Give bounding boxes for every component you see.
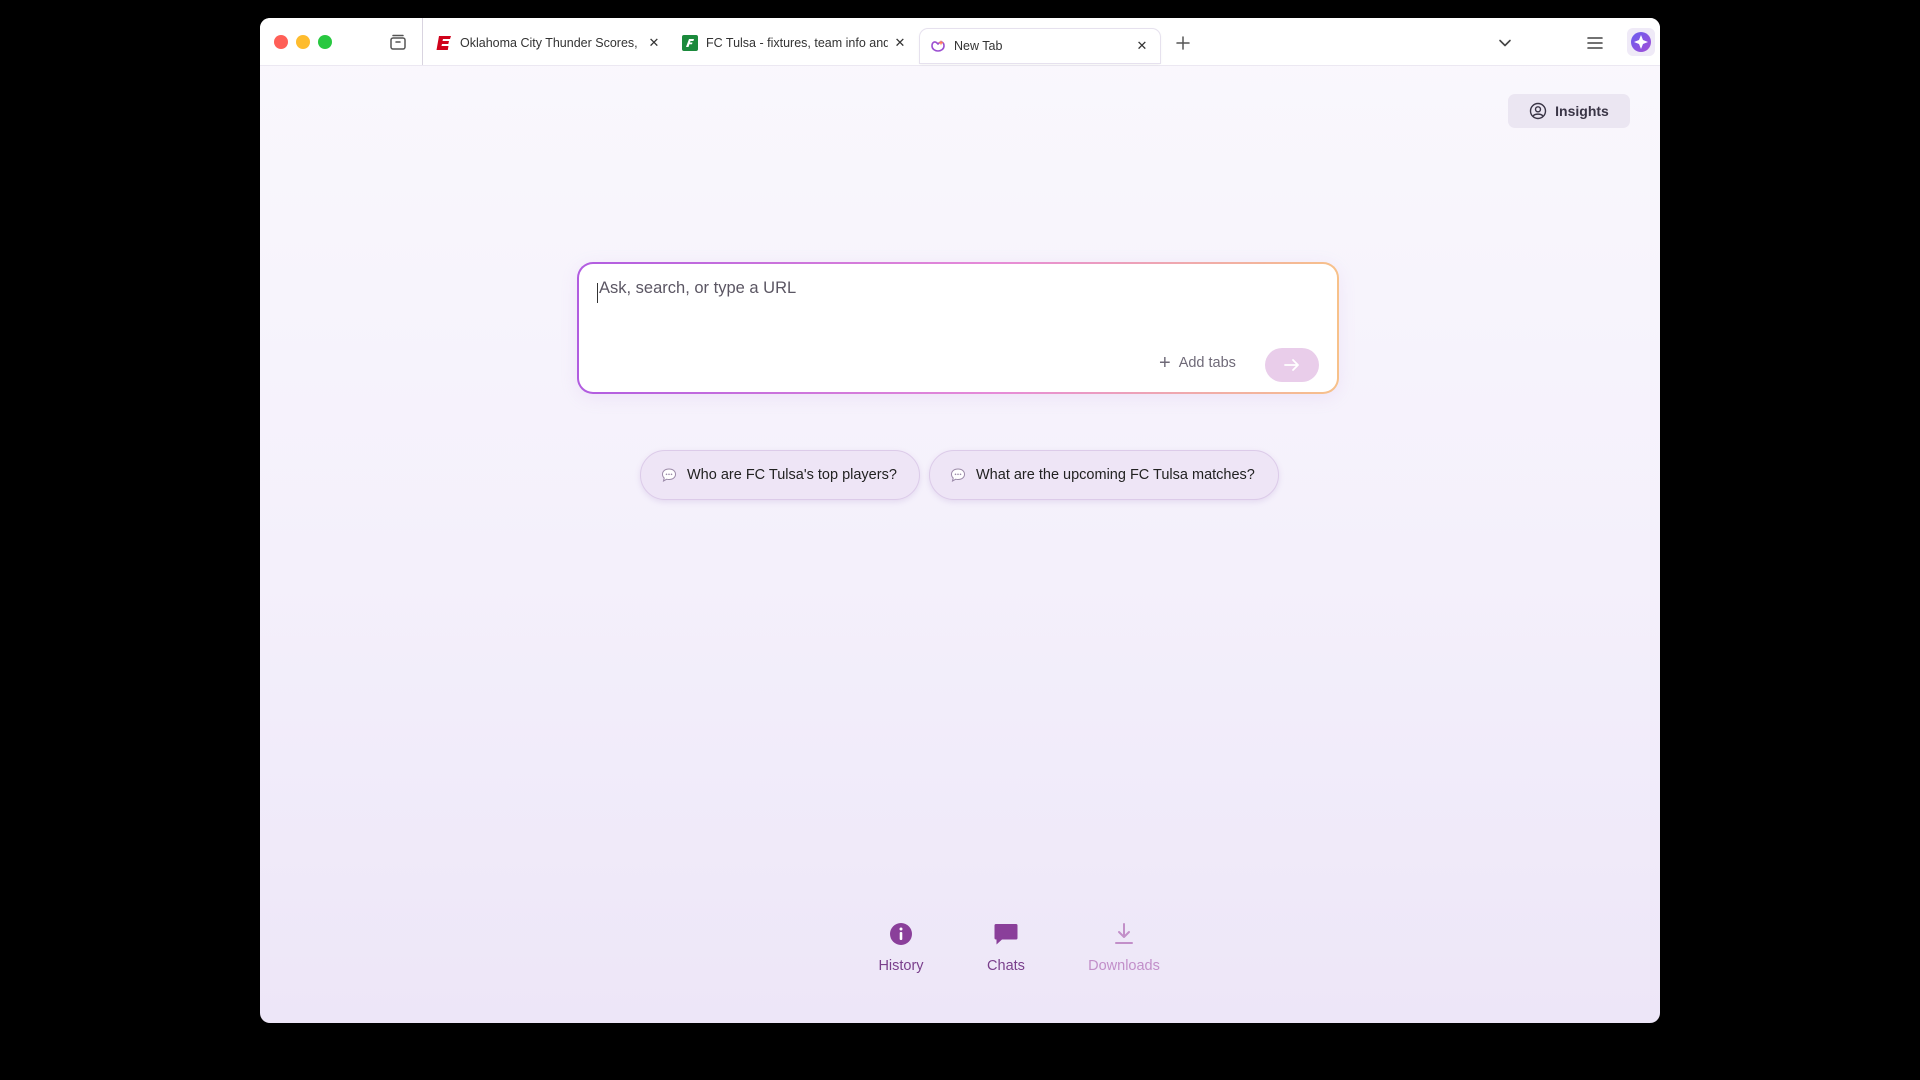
tab-espn[interactable]: Oklahoma City Thunder Scores, Stats and … <box>434 28 668 58</box>
tab-new-tab[interactable]: New Tab ✕ <box>920 29 1160 63</box>
insights-label: Insights <box>1555 103 1609 119</box>
add-tabs-label: Add tabs <box>1178 355 1236 371</box>
hamburger-menu-icon <box>1587 37 1603 49</box>
close-tab-icon[interactable]: ✕ <box>1134 38 1150 54</box>
submit-button[interactable] <box>1265 348 1319 382</box>
nav-history[interactable]: History <box>841 918 961 988</box>
search-box-inner: + Add tabs <box>579 264 1337 392</box>
minimize-window-button[interactable] <box>296 35 310 49</box>
tab-sidebar-button[interactable] <box>386 30 410 54</box>
close-tab-icon[interactable]: ✕ <box>892 35 908 51</box>
close-tab-icon[interactable]: ✕ <box>646 35 662 51</box>
chat-bubble-icon <box>950 467 966 483</box>
tab-list-button[interactable] <box>1494 32 1516 54</box>
suggestion-text: Who are FC Tulsa's top players? <box>687 467 897 483</box>
suggestion-chip[interactable]: What are the upcoming FC Tulsa matches? <box>929 450 1279 500</box>
chevron-down-icon <box>1499 39 1511 47</box>
espn-icon <box>436 35 452 51</box>
browser-window: Oklahoma City Thunder Scores, Stats and … <box>260 18 1660 1023</box>
plus-icon <box>1176 36 1190 50</box>
insights-button[interactable]: Insights <box>1508 94 1630 128</box>
suggestion-text: What are the upcoming FC Tulsa matches? <box>976 467 1255 483</box>
user-circle-icon <box>1529 102 1547 120</box>
main-menu-button[interactable] <box>1584 32 1606 54</box>
info-icon <box>889 918 913 950</box>
tab-fc-tulsa[interactable]: FC Tulsa - fixtures, team info and resul… <box>680 28 914 58</box>
chat-bubble-icon <box>661 467 677 483</box>
nav-downloads[interactable]: Downloads <box>1064 918 1184 988</box>
suggestion-chip[interactable]: Who are FC Tulsa's top players? <box>640 450 920 500</box>
nav-history-label: History <box>878 958 924 974</box>
title-bar: Oklahoma City Thunder Scores, Stats and … <box>260 18 1660 66</box>
add-tabs-button[interactable]: + Add tabs <box>1159 352 1236 374</box>
chat-icon <box>993 918 1019 950</box>
search-input[interactable] <box>597 278 1301 299</box>
plus-icon: + <box>1159 352 1171 374</box>
nav-chats[interactable]: Chats <box>946 918 1066 988</box>
tab-title: Oklahoma City Thunder Scores, Stats and … <box>460 36 640 50</box>
download-icon <box>1113 918 1135 950</box>
tab-divider <box>422 18 423 65</box>
arrow-right-icon <box>1284 359 1299 371</box>
tab-title: FC Tulsa - fixtures, team info and resul… <box>706 36 888 50</box>
search-box: + Add tabs <box>577 262 1339 394</box>
maximize-window-button[interactable] <box>318 35 332 49</box>
fotmob-icon <box>682 35 698 51</box>
nav-downloads-label: Downloads <box>1088 958 1160 974</box>
assistant-button[interactable] <box>1627 28 1655 56</box>
tab-title: New Tab <box>954 39 1003 53</box>
new-tab-sparkle-icon <box>930 38 946 54</box>
assistant-logo-icon <box>1631 32 1651 52</box>
new-tab-button[interactable] <box>1172 32 1194 54</box>
close-window-button[interactable] <box>274 35 288 49</box>
archive-icon <box>390 34 406 50</box>
nav-chats-label: Chats <box>987 958 1025 974</box>
